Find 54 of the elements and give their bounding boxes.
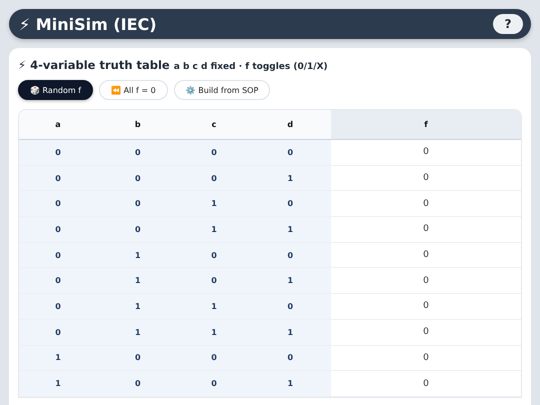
table-cell: 0 xyxy=(178,346,250,372)
table-cell: 1 xyxy=(250,217,331,243)
table-cell: 0 xyxy=(178,140,250,166)
table-cell: 1 xyxy=(178,191,250,218)
table-cell: 1 xyxy=(178,217,250,243)
table-cell: 0 xyxy=(97,191,178,218)
table-cell: 1 xyxy=(19,346,97,372)
table-cell: 0 xyxy=(97,371,178,397)
table-cell: 0 xyxy=(250,346,331,372)
table-cell: 0 xyxy=(250,140,331,166)
card-title: ⚡ 4-variable truth table xyxy=(18,58,170,72)
table-cell: 1 xyxy=(19,371,97,397)
table-cell: 1 xyxy=(97,242,178,268)
table-cell: 1 xyxy=(178,294,250,320)
column-header: a xyxy=(19,110,97,140)
table-cell: 0 xyxy=(178,242,250,268)
table-cell: 0 xyxy=(19,217,97,243)
app-title: ⚡ MiniSim (IEC) xyxy=(19,14,157,34)
table-cell: 1 xyxy=(178,320,250,346)
table-cell: 0 xyxy=(97,217,178,243)
table-cell: 0 xyxy=(19,294,97,320)
column-header: f xyxy=(331,110,521,140)
table-cell: 0 xyxy=(19,268,97,294)
column-header: d xyxy=(250,110,331,140)
table-cell: 0 xyxy=(19,140,97,166)
action-button[interactable]: 🎲 Random f xyxy=(18,80,94,100)
card-subtitle: a b c d fixed · f toggles (0/1/X) xyxy=(174,62,328,72)
table-cell: 0 xyxy=(178,166,250,192)
table-cell: 1 xyxy=(250,320,331,346)
table-cell: 0 xyxy=(19,320,97,346)
output-cell[interactable]: 0 xyxy=(331,346,521,372)
table-cell: 0 xyxy=(19,191,97,218)
table-cell: 0 xyxy=(178,371,250,397)
column-header: c xyxy=(178,110,250,140)
table-cell: 0 xyxy=(97,346,178,372)
table-cell: 0 xyxy=(250,294,331,320)
table-cell: 0 xyxy=(97,140,178,166)
table-cell: 0 xyxy=(97,166,178,192)
table-cell: 0 xyxy=(250,191,331,218)
table-cell: 0 xyxy=(19,166,97,192)
help-button[interactable]: ? xyxy=(493,14,523,34)
table-cell: 1 xyxy=(250,371,331,397)
table-cell: 1 xyxy=(97,320,178,346)
column-header: b xyxy=(97,110,178,140)
table-cell: 1 xyxy=(97,268,178,294)
table-cell: 0 xyxy=(178,268,250,294)
action-button[interactable]: ⏪ All f = 0 xyxy=(99,80,168,100)
table-cell: 1 xyxy=(97,294,178,320)
output-cell[interactable]: 0 xyxy=(331,166,521,192)
action-button[interactable]: ⚙ Build from SOP xyxy=(174,80,270,100)
table-cell: 0 xyxy=(250,242,331,268)
table-cell: 1 xyxy=(250,268,331,294)
table-cell: 0 xyxy=(19,242,97,268)
table-cell: 1 xyxy=(250,166,331,192)
